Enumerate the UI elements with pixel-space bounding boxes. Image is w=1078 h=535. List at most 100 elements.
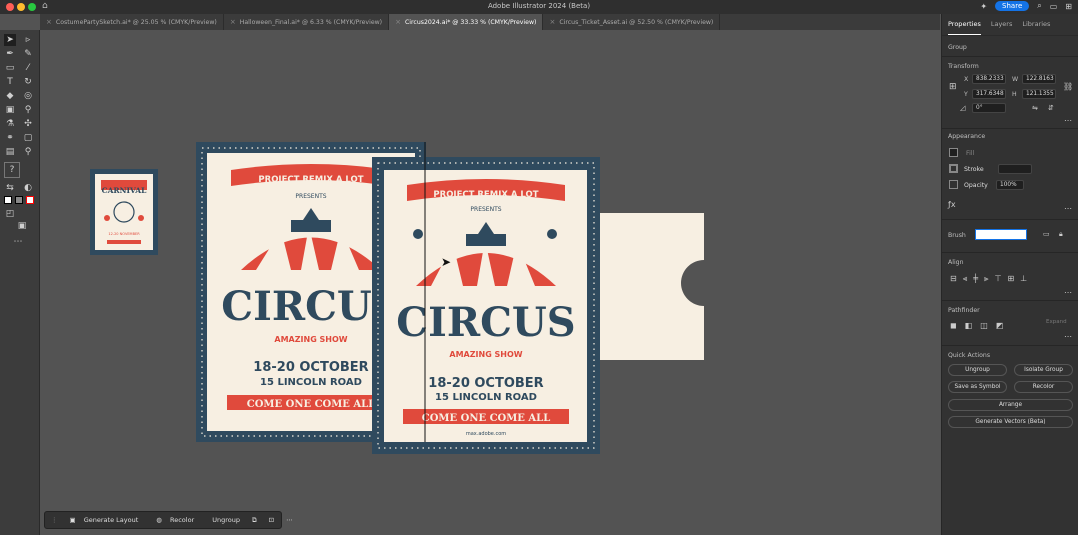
close-tab-icon[interactable]: × bbox=[395, 18, 401, 26]
stroke-swatch[interactable] bbox=[949, 164, 958, 173]
workspace-icon[interactable]: ▭ bbox=[1050, 2, 1058, 11]
generate-vectors-button[interactable]: Generate Vectors (Beta) bbox=[948, 416, 1073, 428]
selection-tool-icon[interactable]: ➤ bbox=[4, 34, 16, 46]
arrange-button[interactable]: Arrange bbox=[948, 399, 1073, 411]
rotate-field[interactable]: 0° bbox=[972, 103, 1006, 113]
eyedropper-icon[interactable]: ⚗ bbox=[4, 118, 16, 130]
save-as-symbol-button[interactable]: Save as Symbol bbox=[948, 381, 1007, 393]
w-label: W bbox=[1012, 76, 1019, 83]
zoom-tool-icon[interactable]: ⚲ bbox=[22, 146, 34, 158]
isolate-group-button[interactable]: Isolate Group bbox=[1014, 364, 1073, 376]
tab-properties[interactable]: Properties bbox=[948, 20, 981, 35]
ticket-shape[interactable] bbox=[600, 213, 704, 360]
recolor-button[interactable]: Recolor bbox=[1014, 381, 1073, 393]
transform-heading: Transform bbox=[948, 63, 979, 70]
curvature-tool-icon[interactable]: ✎ bbox=[22, 48, 34, 60]
w-field[interactable]: 122.8163 bbox=[1022, 74, 1056, 84]
paintbrush-icon[interactable]: ⁄ bbox=[22, 62, 34, 74]
constrain-proportions-icon[interactable]: ⛓ bbox=[1063, 82, 1073, 91]
fx-icon[interactable]: ƒx bbox=[948, 200, 956, 209]
lock-icon[interactable]: 🔒︎ bbox=[1059, 230, 1063, 239]
align-top-icon[interactable]: ⊤ bbox=[995, 274, 1002, 284]
none-swatch[interactable] bbox=[26, 196, 34, 204]
align-right-icon[interactable]: ⫸ bbox=[984, 274, 989, 284]
more-options-icon[interactable]: ⋯ bbox=[1064, 116, 1072, 125]
align-center-icon[interactable]: ╪ bbox=[973, 274, 978, 284]
tab-costume-party[interactable]: × CostumePartySketch.ai* @ 25.05 % (CMYK/… bbox=[40, 14, 224, 30]
fill-swatch[interactable] bbox=[949, 148, 958, 157]
tab-circus-ticket[interactable]: × Circus_Ticket_Asset.ai @ 52.50 % (CMYK/… bbox=[543, 14, 721, 30]
back-cta-text: COME ONE COME ALL bbox=[247, 399, 375, 410]
tab-libraries[interactable]: Libraries bbox=[1022, 20, 1050, 35]
draw-mode-icon[interactable]: ◰ bbox=[4, 208, 16, 220]
tab-halloween[interactable]: × Halloween_Final.ai* @ 6.33 % (CMYK/Prev… bbox=[224, 14, 390, 30]
generate-layout-button[interactable]: ▣ Generate Layout bbox=[64, 516, 151, 524]
more-options-icon[interactable]: ⋯ bbox=[1064, 332, 1072, 341]
shape-builder-icon[interactable]: ◎ bbox=[22, 90, 34, 102]
carnival-poster[interactable]: CARNIVAL 12-20 NOVEMBER bbox=[90, 169, 158, 255]
eraser-tool-icon[interactable]: ◆ bbox=[4, 90, 16, 102]
rotate-icon: ◿ bbox=[960, 104, 966, 112]
ungroup-button[interactable]: Ungroup bbox=[206, 516, 246, 524]
type-tool-icon[interactable]: T bbox=[4, 76, 16, 88]
close-tab-icon[interactable]: × bbox=[230, 18, 236, 26]
more-tools-icon[interactable]: ⋯ bbox=[12, 236, 24, 248]
mesh-tool-icon[interactable]: ✣ bbox=[22, 118, 34, 130]
share-button[interactable]: Share bbox=[995, 1, 1030, 11]
blend-tool-icon[interactable]: ⚭ bbox=[4, 132, 16, 144]
x-field[interactable]: 838.2333 bbox=[972, 74, 1006, 84]
tab-circus2024[interactable]: × Circus2024.ai* @ 33.33 % (CMYK/Preview) bbox=[389, 14, 544, 30]
flip-vertical-icon[interactable]: ⇵ bbox=[1048, 104, 1054, 112]
stroke-weight-field[interactable] bbox=[998, 164, 1032, 174]
fill-stroke-swap-icon[interactable]: ⇆ bbox=[4, 182, 16, 194]
rectangle-tool-icon[interactable]: ▭ bbox=[4, 62, 16, 74]
arrange-documents-icon[interactable]: ⊞ bbox=[1065, 2, 1072, 11]
circus-poster-front[interactable]: PROJECT REMIX A LOT PRESENTS CIRCUS AMAZ… bbox=[372, 142, 600, 454]
opacity-field[interactable]: 100% bbox=[996, 180, 1024, 190]
drag-handle-icon[interactable]: ⋮ bbox=[45, 516, 64, 524]
exclude-icon[interactable]: ◩ bbox=[996, 321, 1004, 330]
rotate-tool-icon[interactable]: ↻ bbox=[22, 76, 34, 88]
minus-front-icon[interactable]: ◧ bbox=[965, 321, 973, 330]
search-icon[interactable]: ⌕ bbox=[1037, 1, 1041, 11]
align-middle-icon[interactable]: ⊞ bbox=[1008, 274, 1015, 284]
direct-selection-icon[interactable]: ▹ bbox=[22, 34, 34, 46]
tab-layers[interactable]: Layers bbox=[991, 20, 1013, 35]
more-options-icon[interactable]: ⋯ bbox=[1064, 204, 1072, 213]
close-tab-icon[interactable]: × bbox=[46, 18, 52, 26]
expand-button[interactable]: Expand bbox=[1046, 319, 1067, 325]
more-icon[interactable]: ⋯ bbox=[280, 516, 299, 524]
graph-tool-icon[interactable]: ▤ bbox=[4, 146, 16, 158]
reference-point-icon[interactable]: ⊞ bbox=[949, 82, 957, 92]
fill-swatch[interactable] bbox=[4, 196, 12, 204]
pen-tool-icon[interactable]: ✒ bbox=[4, 48, 16, 60]
recolor-button[interactable]: ◍ Recolor bbox=[150, 516, 206, 524]
stroke-label[interactable]: Stroke bbox=[964, 166, 984, 173]
brush-library-icon[interactable]: ▭ bbox=[1043, 230, 1050, 238]
align-to-icon[interactable]: ⊟ bbox=[950, 274, 957, 284]
y-field[interactable]: 317.6348 bbox=[972, 89, 1006, 99]
help-icon[interactable]: ? bbox=[4, 162, 20, 178]
flip-horizontal-icon[interactable]: ⇋ bbox=[1032, 104, 1038, 112]
unite-icon[interactable]: ◼ bbox=[950, 321, 957, 330]
default-fill-stroke-icon[interactable]: ◐ bbox=[22, 182, 34, 194]
align-left-icon[interactable]: ⫷ bbox=[963, 274, 968, 284]
intersect-icon[interactable]: ◫ bbox=[980, 321, 988, 330]
stroke-swatch[interactable] bbox=[15, 196, 23, 204]
lock-icon[interactable]: ⊡ bbox=[263, 516, 280, 524]
more-options-icon[interactable]: ⋯ bbox=[1064, 288, 1072, 297]
close-tab-icon[interactable]: × bbox=[549, 18, 555, 26]
artboard-tool-icon[interactable]: ▢ bbox=[22, 132, 34, 144]
align-bottom-icon[interactable]: ⊥ bbox=[1020, 274, 1027, 284]
brush-dropdown[interactable] bbox=[975, 229, 1027, 240]
sparkle-icon[interactable]: ✦ bbox=[980, 2, 987, 11]
opacity-swatch[interactable] bbox=[949, 180, 958, 189]
h-field[interactable]: 121.1355 bbox=[1022, 89, 1056, 99]
screen-mode-icon[interactable]: ▣ bbox=[16, 220, 28, 232]
gradient-tool-icon[interactable]: ⚲ bbox=[22, 104, 34, 116]
ungroup-button[interactable]: Ungroup bbox=[948, 364, 1007, 376]
back-presents-text: PRESENTS bbox=[295, 193, 326, 200]
canvas[interactable]: CARNIVAL 12-20 NOVEMBER PROJECT REMIX A … bbox=[41, 30, 940, 535]
group-options-icon[interactable]: ⧉ bbox=[246, 516, 263, 525]
width-tool-icon[interactable]: ▣ bbox=[4, 104, 16, 116]
